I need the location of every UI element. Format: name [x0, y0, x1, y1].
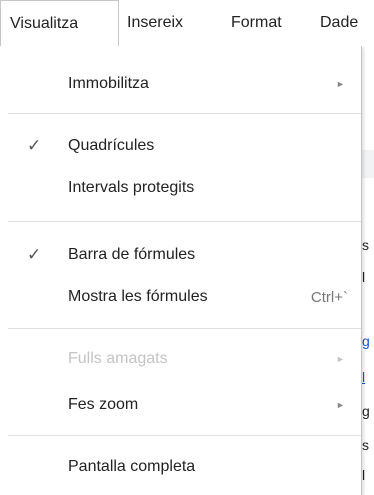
- menu-item-protected-ranges[interactable]: Intervals protegits: [0, 173, 361, 203]
- menu-item-hidden-sheets: Fulls amagats ►: [0, 344, 361, 374]
- menu-bar: Visualitza Insereix Format Dade: [0, 0, 374, 46]
- menu-item-full-screen[interactable]: Pantalla completa: [0, 452, 361, 482]
- sheet-cell-fragment: l: [362, 269, 366, 285]
- menu-item-label: Immobilitza: [68, 75, 149, 92]
- menu-item-label: Fulls amagats: [68, 350, 168, 367]
- menu-dades[interactable]: Dade: [314, 0, 374, 46]
- menu-separator: [8, 328, 361, 329]
- sheet-cell-fragment: g: [362, 403, 370, 419]
- menu-item-label: Barra de fórmules: [68, 246, 196, 263]
- menu-item-formula-bar[interactable]: ✓ Barra de fórmules: [0, 240, 361, 270]
- menu-separator: [8, 221, 361, 222]
- menu-item-label: Pantalla completa: [68, 458, 196, 475]
- sheet-background: s l g l g s l: [362, 46, 374, 495]
- menu-item-label: Fes zoom: [68, 396, 139, 413]
- menu-item-label: Mostra les fórmules: [68, 288, 208, 305]
- submenu-arrow-icon: ►: [336, 400, 345, 410]
- menu-item-show-formulas[interactable]: Mostra les fórmules Ctrl+`: [0, 282, 361, 312]
- sheet-cell-link-fragment[interactable]: l: [362, 368, 374, 386]
- sheet-cell-fragment: s: [362, 437, 369, 453]
- keyboard-shortcut: Ctrl+`: [310, 288, 348, 306]
- sheet-cell-fragment: s: [362, 237, 369, 253]
- menu-format[interactable]: Format: [223, 0, 314, 46]
- menu-item-label: Quadrícules: [68, 137, 155, 154]
- view-menu-dropdown: Immobilitza ► ✓ Quadrícules Intervals pr…: [0, 45, 362, 495]
- menu-insereix[interactable]: Insereix: [119, 0, 223, 46]
- menu-separator: [8, 113, 361, 114]
- menu-separator: [8, 435, 361, 436]
- sheet-row-band: [362, 150, 374, 178]
- sheet-cell-link-fragment[interactable]: g: [362, 332, 374, 350]
- menu-item-label: Intervals protegits: [68, 179, 195, 196]
- submenu-arrow-icon: ►: [336, 79, 345, 89]
- sheet-cell-fragment: l: [362, 467, 366, 483]
- checkmark-icon: ✓: [27, 136, 42, 155]
- menu-item-zoom[interactable]: Fes zoom ►: [0, 390, 361, 420]
- menu-visualitza[interactable]: Visualitza: [0, 0, 119, 46]
- screen: Visualitza Insereix Format Dade s l g l …: [0, 0, 374, 495]
- checkmark-icon: ✓: [27, 245, 42, 264]
- submenu-arrow-icon: ►: [336, 354, 345, 364]
- menu-item-freeze[interactable]: Immobilitza ►: [0, 69, 361, 99]
- menu-item-gridlines[interactable]: ✓ Quadrícules: [0, 131, 361, 161]
